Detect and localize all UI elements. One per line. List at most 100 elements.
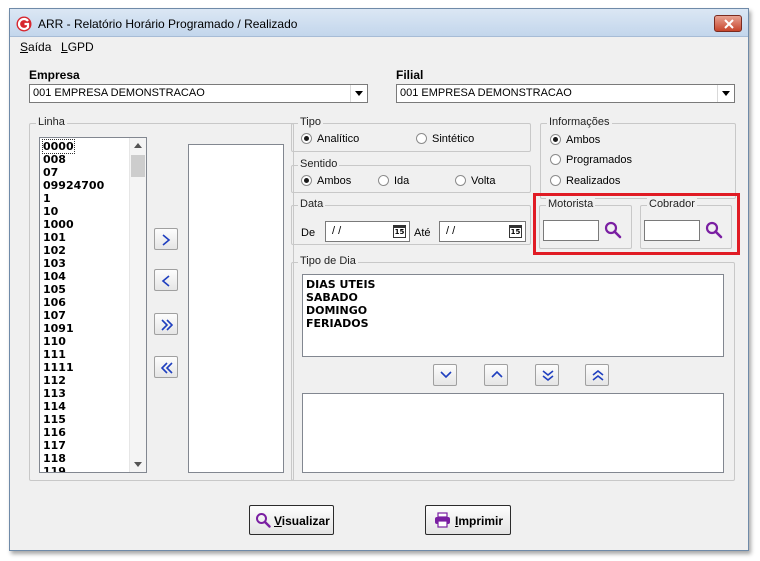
sentido-volta-radio[interactable]: Volta xyxy=(455,175,495,187)
tipo-analitico-radio[interactable]: Analítico xyxy=(301,133,359,145)
linha-group-title: Linha xyxy=(36,116,67,128)
remove-all-tipo-dia-button[interactable] xyxy=(585,364,609,386)
tipo-de-dia-available-list[interactable]: DIAS UTEIS SABADO DOMINGO FERIADOS xyxy=(302,274,724,357)
title-bar[interactable]: ARR - Relatório Horário Programado / Rea… xyxy=(10,9,748,37)
double-chevron-down-icon xyxy=(542,370,554,382)
report-window: ARR - Relatório Horário Programado / Rea… xyxy=(9,8,749,551)
list-item[interactable]: 1091 xyxy=(43,322,74,335)
remove-tipo-dia-button[interactable] xyxy=(484,364,508,386)
calendar-icon[interactable]: 15 xyxy=(393,225,406,238)
tipo-group-title: Tipo xyxy=(298,116,323,128)
add-all-tipo-dia-button[interactable] xyxy=(535,364,559,386)
list-item[interactable]: 104 xyxy=(43,270,66,283)
list-item[interactable]: 115 xyxy=(43,413,66,426)
filial-dropdown-button[interactable] xyxy=(717,85,734,102)
linha-available-list[interactable]: 0000 008 07 09924700 1 10 1000 101 102 103 104 105 1… xyxy=(39,137,147,473)
close-button[interactable] xyxy=(714,15,742,32)
highlight-frame xyxy=(533,193,740,255)
list-item[interactable]: 09924700 xyxy=(43,179,104,192)
remove-all-linhas-button[interactable] xyxy=(154,356,178,378)
list-item[interactable]: 119 xyxy=(43,465,66,472)
sentido-ambos-radio[interactable]: Ambos xyxy=(301,175,351,187)
tipo-de-dia-group-title: Tipo de Dia xyxy=(298,255,358,267)
list-item[interactable]: 1 xyxy=(43,192,51,205)
radio-unchecked-icon xyxy=(550,154,561,165)
linha-group: Linha 0000 008 07 09924700 1 10 1000 101 102 103 1… xyxy=(29,116,294,481)
radio-unchecked-icon xyxy=(550,175,561,186)
tipo-de-dia-group: Tipo de Dia DIAS UTEIS SABADO DOMINGO FERIA… xyxy=(291,255,735,481)
tipo-de-dia-selected-list[interactable] xyxy=(302,393,724,473)
filial-label: Filial xyxy=(396,68,424,82)
chevron-down-icon xyxy=(722,91,730,96)
list-item[interactable]: 106 xyxy=(43,296,66,309)
data-ate-input[interactable]: / / 15 xyxy=(439,221,526,242)
linha-selected-list[interactable] xyxy=(188,144,284,473)
linha-list-scrollbar[interactable] xyxy=(129,138,146,472)
data-ate-label: Até xyxy=(414,227,431,239)
empresa-select[interactable]: 001 EMPRESA DEMONSTRACAO xyxy=(29,84,368,103)
radio-unchecked-icon xyxy=(416,133,427,144)
add-all-linhas-button[interactable] xyxy=(154,313,178,335)
tipo-sintetico-radio[interactable]: Sintético xyxy=(416,133,474,145)
list-item[interactable]: 101 xyxy=(43,231,66,244)
list-item[interactable]: 103 xyxy=(43,257,66,270)
data-de-label: De xyxy=(301,227,316,239)
data-group: Data De / / 15 Até / / 15 xyxy=(291,198,531,245)
radio-checked-icon xyxy=(301,133,312,144)
list-item[interactable]: 07 xyxy=(43,166,58,179)
list-item[interactable]: SABADO xyxy=(306,291,358,304)
informacoes-group-title: Informações xyxy=(547,116,612,128)
close-icon xyxy=(724,19,734,29)
list-item[interactable]: 1111 xyxy=(43,361,74,374)
double-chevron-right-icon xyxy=(161,319,173,331)
list-item[interactable]: 114 xyxy=(43,400,66,413)
add-linha-button[interactable] xyxy=(154,228,178,250)
window-title: ARR - Relatório Horário Programado / Rea… xyxy=(38,17,298,31)
list-item[interactable]: 118 xyxy=(43,452,66,465)
scroll-down-icon[interactable] xyxy=(134,462,142,467)
scroll-thumb[interactable] xyxy=(131,155,145,177)
calendar-icon[interactable]: 15 xyxy=(509,225,522,238)
sentido-group: Sentido Ambos Ida Volta xyxy=(291,158,531,193)
data-group-title: Data xyxy=(298,198,326,210)
chevron-right-icon xyxy=(162,234,171,246)
list-item[interactable]: DOMINGO xyxy=(306,304,367,317)
menu-saida[interactable]: Saída xyxy=(20,40,51,54)
chevron-down-icon xyxy=(355,91,363,96)
list-item[interactable]: 107 xyxy=(43,309,66,322)
add-tipo-dia-button[interactable] xyxy=(433,364,457,386)
list-item[interactable]: 1000 xyxy=(43,218,74,231)
list-item[interactable]: 10 xyxy=(43,205,58,218)
list-item[interactable]: FERIADOS xyxy=(306,317,369,330)
list-item[interactable]: 105 xyxy=(43,283,66,296)
scroll-up-icon[interactable] xyxy=(134,143,142,148)
informacoes-programados-radio[interactable]: Programados xyxy=(550,154,632,166)
list-item[interactable]: 112 xyxy=(43,374,66,387)
printer-icon xyxy=(435,512,450,528)
visualizar-button[interactable]: Visualizar xyxy=(249,505,334,535)
list-item[interactable]: 111 xyxy=(43,348,66,361)
app-logo-icon xyxy=(16,16,32,32)
list-item[interactable]: 116 xyxy=(43,426,66,439)
menu-lgpd[interactable]: LGPD xyxy=(61,40,94,54)
empresa-dropdown-button[interactable] xyxy=(350,85,367,102)
radio-checked-icon xyxy=(301,175,312,186)
chevron-up-icon xyxy=(491,370,503,378)
remove-linha-button[interactable] xyxy=(154,269,178,291)
list-item[interactable]: 113 xyxy=(43,387,66,400)
list-item[interactable]: 110 xyxy=(43,335,66,348)
list-item[interactable]: 008 xyxy=(43,153,66,166)
list-item[interactable]: 102 xyxy=(43,244,66,257)
radio-checked-icon xyxy=(550,134,561,145)
list-item[interactable]: DIAS UTEIS xyxy=(306,278,375,291)
filial-value: 001 EMPRESA DEMONSTRACAO xyxy=(400,87,572,99)
list-item[interactable]: 117 xyxy=(43,439,66,452)
informacoes-ambos-radio[interactable]: Ambos xyxy=(550,134,600,146)
list-item[interactable]: 0000 xyxy=(42,139,75,154)
informacoes-realizados-radio[interactable]: Realizados xyxy=(550,175,620,187)
visualizar-label: Visualizar xyxy=(274,514,330,528)
imprimir-button[interactable]: Imprimir xyxy=(425,505,511,535)
data-de-input[interactable]: / / 15 xyxy=(325,221,410,242)
sentido-ida-radio[interactable]: Ida xyxy=(378,175,409,187)
filial-select[interactable]: 001 EMPRESA DEMONSTRACAO xyxy=(396,84,735,103)
